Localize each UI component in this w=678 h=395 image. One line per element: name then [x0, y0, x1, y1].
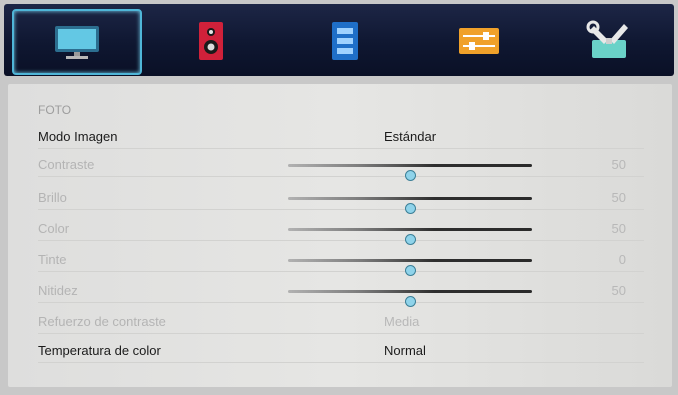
row-label: Color	[38, 221, 70, 236]
row-value: 50	[611, 283, 626, 298]
row-label: Tinte	[38, 252, 67, 267]
tab-picture[interactable]	[12, 9, 142, 75]
row-value: 50	[611, 157, 626, 172]
slider-knob[interactable]	[405, 234, 416, 245]
row-color-temperature[interactable]: Temperatura de color Normal	[38, 340, 644, 363]
brightness-slider[interactable]	[288, 197, 532, 214]
slider-knob[interactable]	[405, 170, 416, 181]
row-value: 50	[611, 221, 626, 236]
row-brightness[interactable]: Brillo 50	[38, 187, 644, 214]
tint-slider[interactable]	[288, 259, 532, 276]
contrast-slider[interactable]	[288, 164, 532, 181]
tab-options[interactable]	[414, 8, 544, 74]
row-value: 50	[611, 190, 626, 205]
sharpness-slider[interactable]	[288, 290, 532, 307]
slider-knob[interactable]	[405, 296, 416, 307]
menu-tab-bar	[4, 4, 674, 76]
tab-sound[interactable]	[146, 8, 276, 74]
monitor-icon	[55, 26, 99, 59]
channel-list-icon	[332, 22, 358, 60]
row-label: Brillo	[38, 190, 67, 205]
row-label: Modo Imagen	[38, 129, 118, 144]
row-label: Contraste	[38, 157, 95, 172]
row-tint[interactable]: Tinte 0	[38, 249, 644, 276]
row-picture-mode[interactable]: Modo Imagen Estándar	[38, 126, 644, 149]
tab-channel[interactable]	[280, 8, 410, 74]
row-label: Refuerzo de contraste	[38, 314, 166, 329]
row-label: Temperatura de color	[38, 343, 161, 358]
row-contrast-enhance[interactable]: Refuerzo de contraste Media	[38, 311, 644, 334]
speaker-icon	[199, 22, 223, 60]
color-slider[interactable]	[288, 228, 532, 245]
row-color[interactable]: Color 50	[38, 218, 644, 245]
row-sharpness[interactable]: Nitidez 50	[38, 280, 644, 307]
row-contrast[interactable]: Contraste 50	[38, 154, 644, 181]
tools-icon	[586, 20, 628, 58]
row-value: Normal	[384, 343, 426, 358]
row-value: Estándar	[384, 129, 437, 144]
slider-knob[interactable]	[405, 203, 416, 214]
tv-menu-screen: FOTO Modo Imagen Estándar Contraste 50 B…	[0, 0, 678, 395]
row-label: Nitidez	[38, 283, 78, 298]
slider-knob[interactable]	[405, 265, 416, 276]
row-value: 0	[618, 252, 626, 267]
tab-setup[interactable]	[544, 8, 674, 74]
section-title: FOTO	[38, 103, 72, 117]
settings-sliders-icon	[459, 28, 499, 54]
row-value: Media	[384, 314, 420, 329]
